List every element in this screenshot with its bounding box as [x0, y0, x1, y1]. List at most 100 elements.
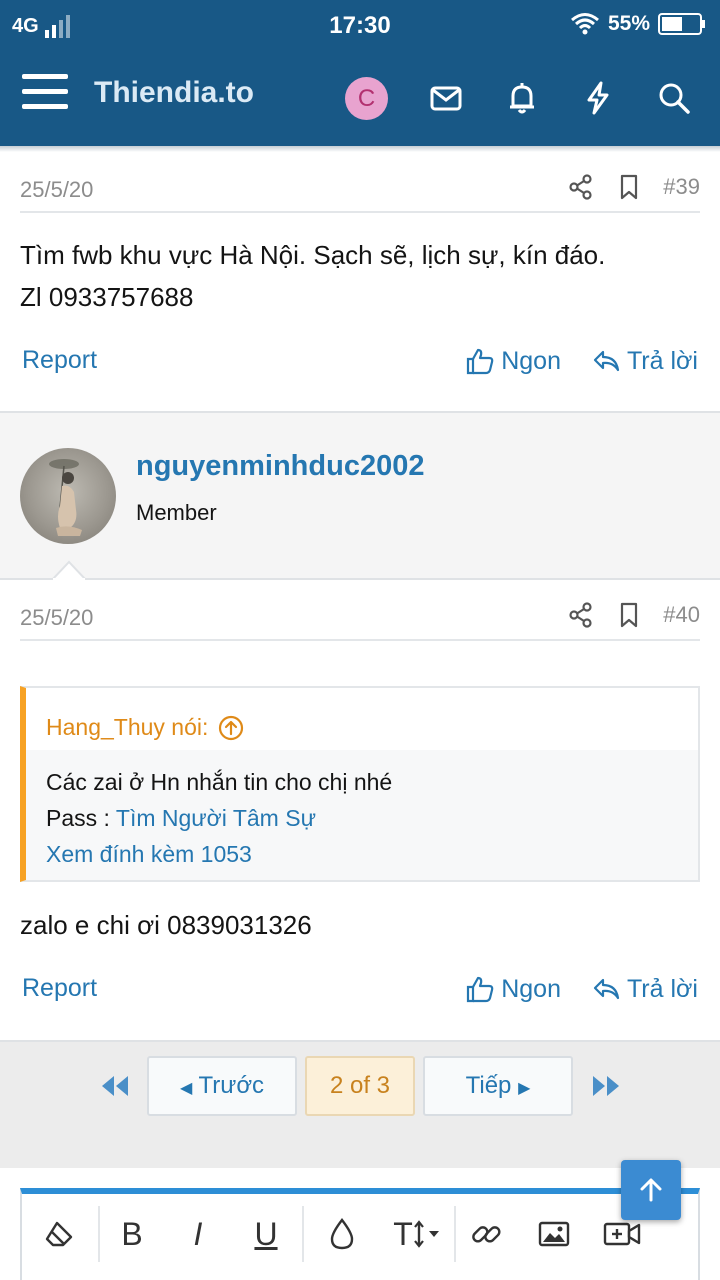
like-button[interactable]: Ngon: [465, 974, 561, 1004]
avatar-photo: [49, 459, 82, 536]
next-page-button[interactable]: Tiếp ▶: [423, 1056, 573, 1116]
bookmark-icon[interactable]: [615, 601, 643, 629]
reply-button[interactable]: Trả lời: [591, 974, 698, 1004]
attachment-link[interactable]: Xem đính kèm 1053: [46, 836, 698, 872]
arrow-up-circle-icon[interactable]: [218, 715, 244, 741]
reply-icon: [593, 350, 620, 372]
quote-block: Hang_Thuy nói: Các zai ở Hn nhắn tin cho…: [20, 686, 700, 882]
caret-left-icon: ◀: [179, 1080, 193, 1097]
text-size-button[interactable]: T: [380, 1208, 454, 1260]
next-label: Tiếp: [465, 1072, 512, 1099]
wifi-icon: [571, 13, 599, 35]
image-icon: [538, 1221, 570, 1247]
quote-header[interactable]: Hang_Thuy nói:: [26, 688, 698, 750]
whats-new-button[interactable]: [578, 78, 618, 118]
text-size-arrows-icon: [413, 1220, 439, 1248]
bold-icon: B: [121, 1215, 143, 1252]
italic-button[interactable]: I: [168, 1208, 228, 1260]
mail-icon: [430, 86, 462, 111]
underline-icon: U: [254, 1215, 278, 1252]
thumbs-up-icon: [467, 348, 494, 375]
scroll-top-button[interactable]: [621, 1160, 681, 1220]
quote-pass-line: Pass : Tìm Người Tâm Sự: [46, 800, 698, 836]
quote-author[interactable]: Hang_Thuy nói:: [46, 714, 208, 741]
share-icon[interactable]: [567, 173, 595, 201]
pagination: ◀ Trước 2 of 3 Tiếp ▶: [0, 1040, 720, 1168]
insert-image-button[interactable]: [524, 1208, 584, 1260]
post-action-group: Ngon Trả lời: [465, 346, 698, 376]
toolbar-separator: [302, 1206, 304, 1262]
reply-button[interactable]: Trả lời: [591, 346, 698, 376]
droplet-icon: [330, 1218, 354, 1250]
site-title[interactable]: Thiendia.to: [94, 76, 254, 110]
post-meta: 25/5/20 #40: [20, 591, 700, 641]
post-actions: Report Ngon Trả lời: [22, 346, 698, 386]
toolbar-separator: [98, 1206, 100, 1262]
bold-button[interactable]: B: [102, 1208, 162, 1260]
battery-icon: [658, 13, 705, 35]
post-number[interactable]: #40: [663, 602, 700, 628]
user-arrow-notch: [52, 560, 86, 580]
italic-icon: I: [193, 1215, 203, 1252]
reply-label: Trả lời: [626, 974, 698, 1003]
username-link[interactable]: nguyenminhduc2002: [136, 450, 424, 483]
post-text-line: Tìm fwb khu vực Hà Nội. Sạch sẽ, lịch sự…: [20, 240, 606, 270]
post-meta: 25/5/20 #39: [20, 163, 700, 213]
like-label: Ngon: [501, 974, 561, 1003]
video-plus-icon: [603, 1222, 641, 1246]
prev-page-button[interactable]: ◀ Trước: [147, 1056, 297, 1116]
caret-right-icon: ▶: [518, 1080, 531, 1097]
post-actions: Report Ngon Trả lời: [22, 974, 698, 1014]
post-user-info: nguyenminhduc2002 Member: [0, 428, 720, 580]
first-page-icon[interactable]: [100, 1072, 130, 1100]
post-text-line: Zl 0933757688: [20, 282, 194, 312]
current-page-button[interactable]: 2 of 3: [305, 1056, 415, 1116]
quote-content: Các zai ở Hn nhắn tin cho chị nhé Pass :…: [26, 750, 698, 872]
battery-percent: 55%: [607, 12, 650, 35]
text-color-button[interactable]: [312, 1208, 372, 1260]
post-meta-actions: #40: [567, 601, 700, 629]
header-shadow: [0, 146, 720, 152]
reply-label: Trả lời: [626, 346, 698, 375]
report-link[interactable]: Report: [22, 974, 97, 1003]
quote-pass-link[interactable]: Tìm Người Tâm Sự: [116, 805, 316, 831]
bookmark-icon[interactable]: [615, 173, 643, 201]
post-date[interactable]: 25/5/20: [20, 177, 93, 203]
quote-pass-prefix: Pass :: [46, 805, 116, 831]
menu-button[interactable]: [22, 74, 68, 120]
reply-editor: B I U T: [20, 1188, 700, 1280]
search-icon: [659, 83, 690, 114]
insert-link-button[interactable]: [456, 1208, 516, 1260]
post-message: zalo e chi ơi 0839031326: [20, 904, 700, 946]
post-meta-actions: #39: [567, 173, 700, 201]
post-text-line: zalo e chi ơi 0839031326: [20, 910, 312, 940]
prev-label: Trước: [198, 1072, 265, 1099]
search-button[interactable]: [654, 78, 694, 118]
menu-icon-bar: [22, 89, 68, 94]
post-message: Tìm fwb khu vực Hà Nội. Sạch sẽ, lịch sự…: [20, 234, 700, 318]
link-icon: [472, 1226, 501, 1243]
underline-button[interactable]: U: [236, 1208, 296, 1260]
post-date[interactable]: 25/5/20: [20, 605, 93, 631]
arrow-up-icon: [640, 1178, 662, 1202]
eraser-icon: [45, 1221, 73, 1247]
status-bar: 4G 17:30 55%: [0, 0, 720, 50]
status-right: 55%: [570, 12, 706, 36]
app-header: Thiendia.to C: [0, 50, 720, 146]
post-number[interactable]: #39: [663, 174, 700, 200]
quote-text: Các zai ở Hn nhắn tin cho chị nhé: [46, 769, 393, 795]
report-link[interactable]: Report: [22, 346, 97, 375]
user-title: Member: [136, 500, 217, 525]
menu-icon-bar: [22, 104, 68, 109]
user-avatar-button[interactable]: C: [345, 77, 388, 120]
reply-icon: [593, 978, 620, 1000]
bolt-icon: [587, 81, 609, 115]
bell-icon: [510, 83, 534, 114]
last-page-icon[interactable]: [591, 1072, 621, 1100]
share-icon[interactable]: [567, 601, 595, 629]
inbox-button[interactable]: [426, 78, 466, 118]
like-button[interactable]: Ngon: [465, 346, 561, 376]
user-avatar[interactable]: [20, 448, 116, 544]
alerts-button[interactable]: [502, 78, 542, 118]
remove-format-button[interactable]: [30, 1208, 90, 1260]
